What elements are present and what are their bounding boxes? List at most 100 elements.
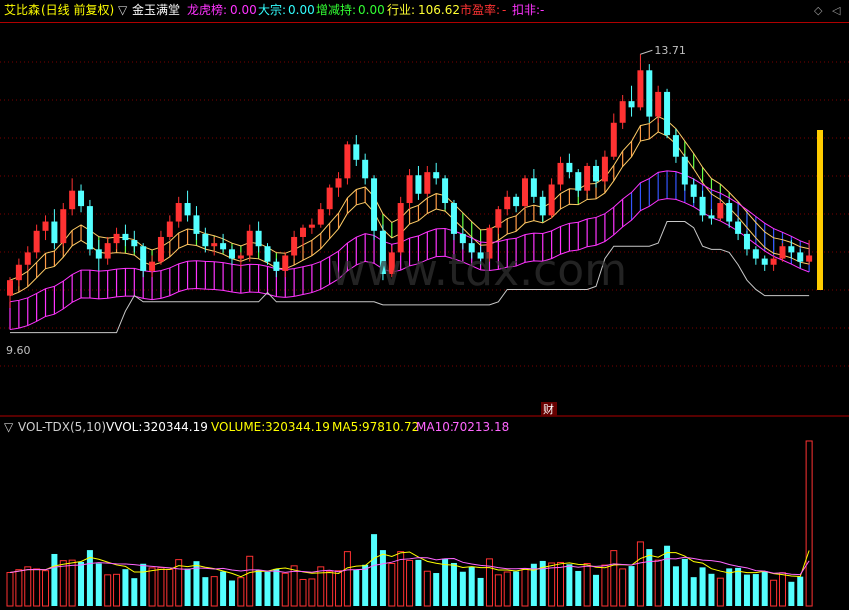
volume-bar bbox=[264, 571, 271, 606]
volume-bar bbox=[371, 534, 378, 606]
candle-body bbox=[406, 175, 413, 204]
volume-bar bbox=[59, 560, 67, 607]
volume-bar bbox=[122, 569, 129, 606]
volume-bar bbox=[619, 568, 627, 607]
volume-bar bbox=[308, 578, 316, 607]
ma10-value: 70213.18 bbox=[452, 420, 510, 434]
candle-body bbox=[140, 246, 147, 271]
candle-body bbox=[761, 258, 768, 265]
candle-body bbox=[628, 101, 635, 108]
candle-body bbox=[717, 203, 724, 219]
candle-body bbox=[193, 215, 200, 234]
volume-bar bbox=[468, 566, 475, 606]
volume-bar bbox=[6, 572, 14, 607]
volume-bar bbox=[326, 570, 334, 607]
volume-bar bbox=[415, 559, 422, 606]
volume-bar bbox=[353, 569, 360, 606]
volume-bar bbox=[459, 571, 466, 606]
volume-bar bbox=[210, 576, 218, 607]
candle-body bbox=[442, 178, 449, 204]
volume-dropdown-icon[interactable]: ▽ bbox=[4, 420, 13, 434]
volume-bar bbox=[388, 563, 396, 607]
volume-bar bbox=[220, 571, 227, 606]
candle-body bbox=[699, 196, 706, 216]
candle-body bbox=[433, 172, 440, 179]
candle-body bbox=[770, 258, 777, 265]
volume-bar bbox=[166, 568, 174, 607]
candle-body bbox=[619, 101, 626, 123]
candle-body bbox=[601, 156, 608, 182]
low-label: 9.60 bbox=[6, 344, 31, 357]
candle-body bbox=[664, 91, 671, 136]
candle-body bbox=[424, 172, 431, 194]
volume-bar bbox=[202, 577, 209, 606]
volume-ma10-line bbox=[9, 556, 810, 576]
candle-body bbox=[450, 203, 457, 234]
candle-body bbox=[15, 264, 22, 281]
candle-body bbox=[291, 236, 298, 256]
candle-body bbox=[539, 196, 546, 216]
volume-bar bbox=[68, 559, 76, 607]
volume-bar bbox=[78, 561, 85, 606]
volume-bar bbox=[33, 568, 41, 607]
candle-body bbox=[149, 261, 156, 271]
candle-body bbox=[655, 91, 662, 117]
volume-bar bbox=[735, 567, 742, 606]
high-pointer bbox=[640, 49, 653, 55]
candle-body bbox=[690, 184, 697, 197]
volume-bar bbox=[335, 570, 343, 607]
volume-bar bbox=[246, 555, 254, 607]
finance-tag: 财 bbox=[543, 402, 554, 416]
candle-body bbox=[228, 249, 235, 259]
candle-body bbox=[415, 175, 422, 194]
candle-body bbox=[300, 227, 307, 237]
candle-body bbox=[672, 135, 679, 157]
volume-header: ▽ VOL-TDX(5,10) VVOL: 320344.19 VOLUME: … bbox=[0, 418, 849, 436]
volume-bar bbox=[770, 579, 778, 607]
volume-bar bbox=[778, 572, 786, 607]
vvol-label: VVOL: bbox=[106, 420, 143, 434]
candle-body bbox=[646, 70, 653, 117]
volume-bar bbox=[548, 562, 556, 607]
volume-indicator-name[interactable]: VOL-TDX(5,10) bbox=[18, 420, 106, 434]
volume-bar bbox=[566, 564, 573, 606]
volume-label: VOLUME: bbox=[211, 420, 266, 434]
candle-body bbox=[735, 221, 742, 234]
volume-bar bbox=[343, 551, 351, 607]
volume-bar bbox=[379, 550, 386, 606]
candle-body bbox=[797, 252, 804, 262]
ma10-label: MA10: bbox=[416, 420, 454, 434]
candle-body bbox=[344, 144, 351, 179]
volume-bar bbox=[157, 567, 165, 607]
candle-body bbox=[308, 224, 315, 228]
volume-bar bbox=[761, 571, 768, 606]
volume-bar bbox=[805, 440, 813, 607]
candle-body bbox=[184, 203, 191, 216]
volume-bar bbox=[140, 563, 147, 606]
volume-bar bbox=[406, 559, 414, 607]
volume-bar bbox=[513, 571, 520, 606]
candle-body bbox=[548, 184, 555, 216]
volume-bar bbox=[654, 559, 662, 607]
volume-bar bbox=[148, 567, 156, 607]
candle-body bbox=[211, 243, 218, 247]
candle-body bbox=[95, 249, 102, 259]
volume-bar bbox=[752, 574, 759, 606]
candle-body bbox=[513, 196, 520, 207]
candle-body bbox=[113, 233, 120, 244]
ma5-value: 97810.72 bbox=[362, 420, 420, 434]
volume-bar bbox=[228, 580, 235, 606]
candle-body bbox=[566, 162, 573, 173]
volume-bar bbox=[664, 545, 671, 606]
candle-body bbox=[752, 249, 759, 259]
volume-bar bbox=[104, 574, 112, 607]
volume-value: 320344.19 bbox=[265, 420, 330, 434]
candle-body bbox=[166, 221, 173, 237]
volume-bar bbox=[131, 578, 138, 606]
candle-body bbox=[371, 178, 378, 231]
candle-body bbox=[202, 233, 209, 247]
ma5-label: MA5: bbox=[332, 420, 363, 434]
volume-bar bbox=[423, 570, 431, 607]
candle-body bbox=[317, 209, 324, 225]
volume-bar bbox=[575, 570, 582, 606]
